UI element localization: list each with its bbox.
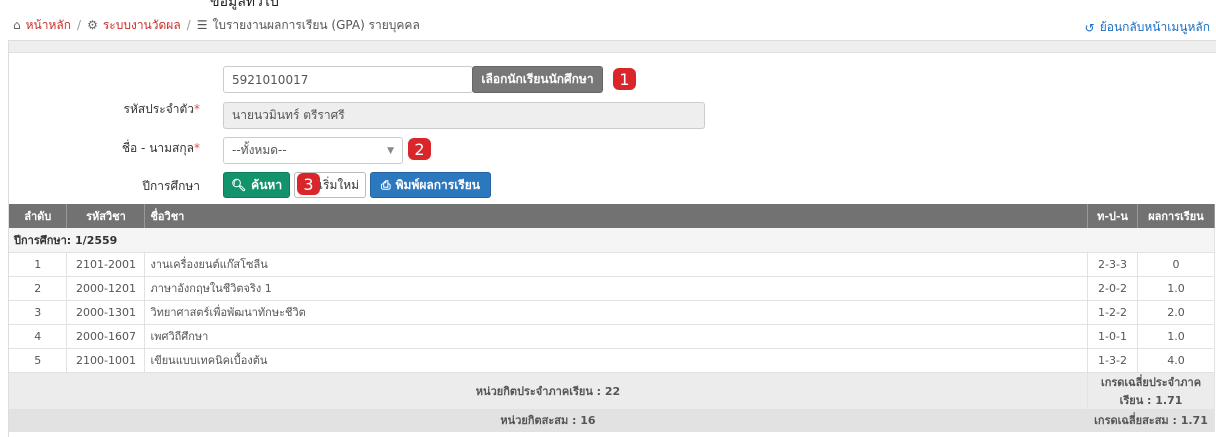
breadcrumb-home[interactable]: ⌂ หน้าหลัก [13,16,71,35]
col-header-no: ลำดับ [9,204,68,228]
cell-grade: 2.0 [1137,300,1215,325]
gears-icon: ⚙ [87,18,98,32]
cell-grade: 0 [1137,252,1215,277]
select-student-button[interactable]: เลือกนักเรียนนักศึกษา [472,66,603,93]
cell-no: 4 [9,324,68,349]
col-header-grade: ผลการเรียน [1137,204,1215,228]
required-mark: * [194,141,200,155]
student-id-input[interactable]: 5921010017 [223,66,473,93]
step-badge-2: 2 [408,138,431,160]
cell-no: 5 [9,348,68,373]
col-header-name: ชื่อวิชา [144,204,1089,228]
cell-grade: 4.0 [1137,348,1215,373]
name-label: ชื่อ - นามสกุล* [10,139,200,158]
home-icon: ⌂ [13,18,21,32]
cell-name: เขียนแบบเทคนิคเบื้องต้น [144,348,1089,373]
cell-code: 2000-1201 [66,276,146,301]
printer-icon: ⎙ [381,177,391,192]
cell-no: 2 [9,276,68,301]
table-row: 2 2000-1201 ภาษาอังกฤษในชีวิตจริง 1 2-0-… [9,276,1215,301]
back-to-menu-link[interactable]: ↺ ย้อนกลับหน้าเมนูหลัก [1085,18,1210,37]
cell-no: 3 [9,300,68,325]
select-student-button-label: เลือกนักเรียนนักศึกษา [481,72,594,86]
cell-code: 2101-2001 [66,252,146,277]
year-select-value: --ทั้งหมด-- [232,143,287,157]
cell-no: 1 [9,252,68,277]
cell-credit: 1-2-2 [1087,300,1138,325]
cell-code: 2100-1001 [66,348,146,373]
grade-table: ลำดับ รหัสวิชา ชื่อวิชา ท-ป-น ผลการเรียน… [9,204,1215,432]
breadcrumb-current: ☰ ใบรายงานผลการเรียน (GPA) รายบุคคล [197,16,420,35]
cumulative-summary-row: หน่วยกิตสะสม : 16 เกรดเฉลี่ยสะสม : 1.71 [9,409,1215,432]
required-mark: * [194,102,200,116]
cell-name: ภาษาอังกฤษในชีวิตจริง 1 [144,276,1089,301]
print-button[interactable]: ⎙ พิมพ์ผลการเรียน [370,172,491,198]
col-header-code: รหัสวิชา [66,204,146,228]
list-icon: ☰ [196,18,208,32]
breadcrumb-separator: / [186,18,191,32]
cell-code: 2000-1301 [66,300,146,325]
search-icon: 🔍︎ [230,178,247,192]
term-summary-row: หน่วยกิตประจำภาคเรียน : 22 เกรดเฉลี่ยประ… [9,372,1215,410]
cell-credit: 1-3-2 [1087,348,1138,373]
reset-button-label: เริ่มใหม่ [318,177,360,192]
cell-credit: 2-3-3 [1087,252,1138,277]
search-button-label: ค้นหา [251,177,283,192]
term-credits: หน่วยกิตประจำภาคเรียน : 22 [9,372,1089,410]
table-row: 4 2000-1607 เพศวิถีศึกษา 1-0-1 1.0 [9,324,1215,349]
cell-name: เพศวิถีศึกษา [144,324,1089,349]
student-id-label: รหัสประจำตัว* [10,100,201,119]
term-row: ปีการศึกษา: 1/2559 [9,228,1215,253]
year-label-text: ปีการศึกษา [142,179,200,193]
step-badge-1: 1 [613,68,636,90]
print-button-label: พิมพ์ผลการเรียน [395,177,480,192]
cell-credit: 2-0-2 [1087,276,1138,301]
year-select[interactable]: --ทั้งหมด-- ▼ [223,137,403,164]
table-row: 3 2000-1301 วิทยาศาสตร์เพื่อพัฒนาทักษะชี… [9,300,1215,325]
term-label: ปีการศึกษา: 1/2559 [9,228,1215,253]
breadcrumb-separator: / [77,18,82,32]
breadcrumb-system[interactable]: ⚙ ระบบงานวัดผล [87,16,181,35]
breadcrumb: ⌂ หน้าหลัก / ⚙ ระบบงานวัดผล / ☰ ใบรายงาน… [0,11,1216,39]
step-badge-3: 3 [297,173,320,195]
breadcrumb-system-label[interactable]: ระบบงานวัดผล [103,16,181,35]
cell-credit: 1-0-1 [1087,324,1138,349]
cell-code: 2000-1607 [66,324,146,349]
student-id-value: 5921010017 [232,72,309,87]
table-header-row: ลำดับ รหัสวิชา ชื่อวิชา ท-ป-น ผลการเรียน [9,204,1215,228]
name-label-text: ชื่อ - นามสกุล [121,141,194,155]
cumulative-gpa: เกรดเฉลี่ยสะสม : 1.71 [1087,409,1215,432]
cumulative-credits: หน่วยกิตสะสม : 16 [9,409,1089,432]
search-button[interactable]: 🔍︎ ค้นหา [223,172,290,198]
name-value: นายนวมินทร์ ตรีราศรี [232,108,345,122]
term-gpa: เกรดเฉลี่ยประจำภาคเรียน : 1.71 [1087,372,1215,410]
cell-grade: 1.0 [1137,276,1215,301]
card-header-strip [9,41,1216,53]
breadcrumb-home-label[interactable]: หน้าหลัก [26,16,71,35]
cell-name: งานเครื่องยนต์แก๊สโซลีน [144,252,1089,277]
cell-grade: 1.0 [1137,324,1215,349]
year-label: ปีการศึกษา [10,177,200,196]
chevron-down-icon: ▼ [387,145,394,156]
table-row: 5 2100-1001 เขียนแบบเทคนิคเบื้องต้น 1-3-… [9,348,1215,373]
col-header-credit: ท-ป-น [1087,204,1138,228]
table-row: 1 2101-2001 งานเครื่องยนต์แก๊สโซลีน 2-3-… [9,252,1215,277]
name-input[interactable]: นายนวมินทร์ ตรีราศรี [223,102,705,129]
cell-name: วิทยาศาสตร์เพื่อพัฒนาทักษะชีวิต [144,300,1089,325]
breadcrumb-current-label: ใบรายงานผลการเรียน (GPA) รายบุคคล [212,17,420,32]
student-id-label-text: รหัสประจำตัว [123,102,195,116]
undo-icon: ↺ [1084,20,1095,35]
back-to-menu-label[interactable]: ย้อนกลับหน้าเมนูหลัก [1100,18,1210,37]
